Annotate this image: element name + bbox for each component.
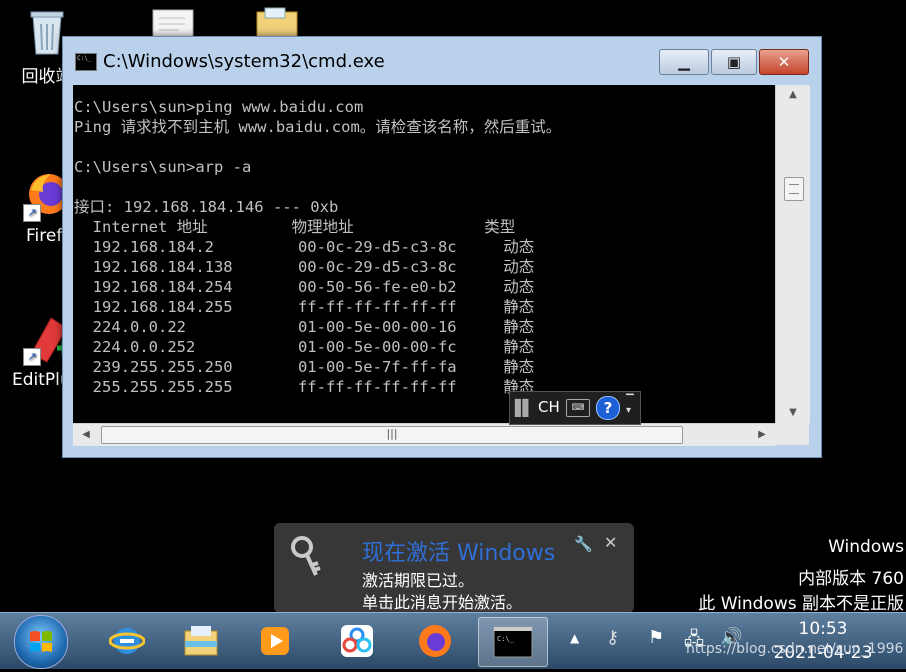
maximize-button[interactable]: ▣ xyxy=(711,49,757,75)
maximize-icon: ▣ xyxy=(726,53,742,71)
console-line: Ping 请求找不到主机 www.baidu.com。请检查该名称，然后重试。 xyxy=(74,118,562,136)
windows-logo-icon xyxy=(30,631,52,652)
close-icon[interactable]: ✕ xyxy=(604,533,617,552)
media-player-icon xyxy=(261,627,289,655)
notification-line-1: 激活期限已过。 xyxy=(362,571,475,590)
scroll-left-arrow-icon[interactable]: ◀ xyxy=(75,424,97,446)
close-icon: ✕ xyxy=(777,53,791,71)
scroll-down-arrow-icon[interactable]: ▼ xyxy=(776,403,810,423)
notification-title[interactable]: 现在激活 Windows xyxy=(362,535,555,567)
taskbar-baidu-netdisk[interactable] xyxy=(326,617,388,667)
start-button[interactable] xyxy=(14,615,68,669)
console-line: 224.0.0.22 01-00-5e-00-00-16 静态 xyxy=(74,318,535,336)
console-line: Internet 地址 物理地址 类型 xyxy=(74,218,516,236)
resize-grip[interactable] xyxy=(775,423,809,445)
cmd-icon xyxy=(75,53,97,71)
internet-explorer-icon xyxy=(109,628,145,654)
svg-text:C:\_: C:\_ xyxy=(497,635,515,643)
minimize-icon: ▁ xyxy=(678,53,690,71)
console-line: 192.168.184.138 00-0c-29-d5-c3-8c 动态 xyxy=(74,258,535,276)
activation-key-icon[interactable]: ⚷ xyxy=(606,627,619,648)
horizontal-scrollbar[interactable]: ◀ ||| ▶ xyxy=(73,423,775,446)
clock-time: 10:53 xyxy=(798,619,848,639)
blog-credit-watermark: https://blog.csdn.net/sun_1996 xyxy=(686,641,904,657)
wrench-icon[interactable]: 🔧 xyxy=(574,535,593,553)
action-center-flag-icon[interactable]: ⚑ xyxy=(648,627,664,648)
console-line: 192.168.184.255 ff-ff-ff-ff-ff-ff 静态 xyxy=(74,298,535,316)
ime-language-bar[interactable]: ■■ ■■ ■■ CH ⌨ ? ▔ ▾ xyxy=(509,391,641,425)
drag-grip-icon[interactable]: ■■ ■■ ■■ xyxy=(514,398,529,418)
console-line: 接口: 192.168.184.146 --- 0xb xyxy=(74,198,339,216)
activation-notification[interactable]: 现在激活 Windows 激活期限已过。 单击此消息开始激活。 🔧 ✕ xyxy=(274,523,634,613)
vertical-scroll-thumb[interactable] xyxy=(784,177,804,201)
keyboard-icon[interactable]: ⌨ xyxy=(566,399,590,417)
window-titlebar[interactable]: C:\Windows\system32\cmd.exe ▁ ▣ ✕ xyxy=(63,37,821,85)
horizontal-scroll-thumb[interactable]: ||| xyxy=(101,426,683,444)
cmd-icon: C:\_ xyxy=(493,626,533,658)
key-icon xyxy=(290,535,322,579)
show-hidden-icons-button[interactable]: ▲ xyxy=(570,631,579,645)
console-line: C:\Users\sun>ping www.baidu.com xyxy=(74,98,364,116)
taskbar-explorer[interactable] xyxy=(170,617,232,667)
console-line: 192.168.184.254 00-50-56-fe-e0-b2 动态 xyxy=(74,278,535,296)
console-line: C:\Users\sun>arp -a xyxy=(74,158,252,176)
taskbar-ie[interactable] xyxy=(96,617,158,667)
minimize-button[interactable]: ▁ xyxy=(659,49,709,75)
shortcut-arrow-icon: ↗ xyxy=(23,348,41,366)
watermark-line-1: Windows xyxy=(828,537,904,557)
shortcut-arrow-icon: ↗ xyxy=(23,204,41,222)
taskbar-media-player[interactable] xyxy=(244,617,306,667)
watermark-line-2: 内部版本 760 xyxy=(798,569,904,589)
ime-language-label[interactable]: CH xyxy=(538,398,560,416)
taskbar-cmd[interactable]: C:\_ xyxy=(478,617,548,667)
cmd-window[interactable]: C:\Windows\system32\cmd.exe ▁ ▣ ✕ C:\Use… xyxy=(62,36,822,458)
console-line: 224.0.0.252 01-00-5e-00-00-fc 静态 xyxy=(74,338,535,356)
watermark-line-3: 此 Windows 副本不是正版 xyxy=(698,594,904,614)
close-button[interactable]: ✕ xyxy=(759,49,809,75)
console-output[interactable]: C:\Users\sun>ping www.baidu.com Ping 请求找不… xyxy=(73,85,775,423)
folder-icon xyxy=(184,626,218,656)
taskbar-firefox[interactable] xyxy=(404,617,466,667)
console-line: 239.255.255.250 01-00-5e-7f-ff-fa 静态 xyxy=(74,358,535,376)
options-arrow-icon[interactable]: ▔ ▾ xyxy=(626,396,634,416)
console-line: 255.255.255.255 ff-ff-ff-ff-ff-ff 静态 xyxy=(74,378,535,396)
window-title: C:\Windows\system32\cmd.exe xyxy=(103,51,385,72)
firefox-icon xyxy=(419,625,451,657)
help-icon[interactable]: ? xyxy=(596,396,620,420)
console-line: 192.168.184.2 00-0c-29-d5-c3-8c 动态 xyxy=(74,238,535,256)
baidu-netdisk-icon xyxy=(341,625,373,657)
scroll-up-arrow-icon[interactable]: ▲ xyxy=(776,85,810,105)
scroll-right-arrow-icon[interactable]: ▶ xyxy=(751,424,773,446)
vertical-scrollbar[interactable]: ▲ ▼ xyxy=(775,85,810,423)
notification-line-2[interactable]: 单击此消息开始激活。 xyxy=(362,589,522,613)
